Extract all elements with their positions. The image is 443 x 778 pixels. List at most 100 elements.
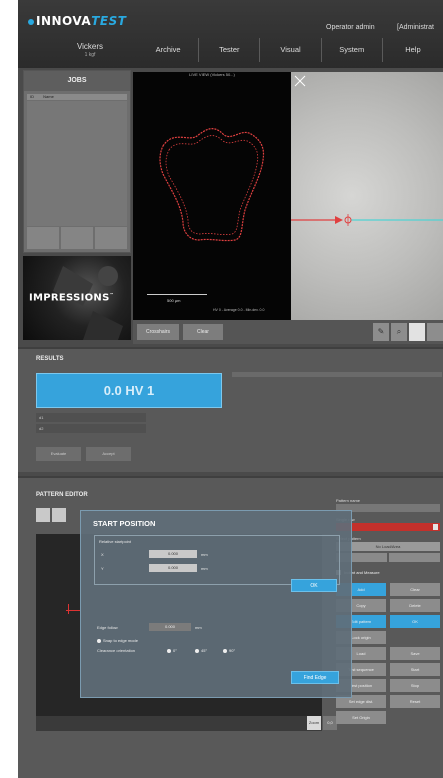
brand-name-accent: TEST [91, 14, 127, 28]
radio-0[interactable]: 0° [167, 648, 177, 653]
save-button[interactable]: Save [390, 647, 440, 661]
jobs-button-3[interactable] [95, 227, 127, 249]
scale-bar [147, 294, 207, 295]
clearance-label: Clearance orientation [97, 648, 136, 653]
jobs-panel: JOBS ID Name [23, 70, 131, 253]
main-nav: Archive Tester Visual System Help [138, 38, 443, 62]
position-readout: 0,0 [323, 716, 337, 730]
x-input[interactable]: 0.000 [149, 550, 197, 558]
jobs-buttons [27, 227, 127, 249]
ok-pattern-button[interactable]: OK [390, 615, 440, 629]
radio-icon [195, 648, 199, 653]
relative-startpoint-label: Relative startpoint [99, 539, 132, 544]
impressions-banner[interactable]: IMPRESSIONS™ [23, 256, 131, 340]
live-outline-view[interactable]: LIVE VIEW (Vickers 50...) 500 µm HV 0 - … [133, 72, 291, 320]
nav-tester[interactable]: Tester [198, 38, 259, 62]
stop-button[interactable]: Stop [390, 679, 440, 693]
zoom-button[interactable]: Zoom [307, 716, 321, 730]
snap-label: Snap to edge mode [103, 638, 138, 643]
radio-90[interactable]: 90° [223, 648, 235, 653]
pattern-tool-tabs [36, 508, 66, 522]
light-icon[interactable] [409, 323, 425, 341]
nav-visual[interactable]: Visual [259, 38, 320, 62]
radio-0-label: 0° [173, 648, 177, 653]
result-buttons: Evaluate Accept [36, 447, 131, 461]
dialog-title: START POSITION [93, 519, 156, 528]
jobs-col-id[interactable]: ID [30, 94, 34, 99]
scale-label: 500 µm [167, 298, 181, 303]
radio-icon [223, 648, 227, 653]
results-title: RESULTS [36, 356, 64, 362]
jobs-button-1[interactable] [27, 227, 59, 249]
settings-icon[interactable] [427, 323, 443, 341]
operator-label[interactable]: Operator admin [326, 24, 375, 31]
pattern-tool-2[interactable] [52, 508, 66, 522]
jobs-col-name[interactable]: Name [43, 94, 54, 99]
reset-button[interactable]: Reset [390, 695, 440, 709]
pattern-option-2[interactable] [389, 553, 440, 562]
grid-spacer [390, 631, 440, 644]
start-button[interactable]: Start [390, 663, 440, 677]
origin-marker-vertical [68, 604, 69, 614]
find-edge-button[interactable]: Find Edge [291, 671, 339, 684]
clear-button[interactable]: Clear [183, 324, 223, 340]
delete-button[interactable]: Delete [390, 599, 440, 613]
zoom-icon[interactable]: ⌕ [391, 323, 407, 341]
edge-follow-input[interactable]: 0.000 [149, 623, 191, 631]
pattern-canvas-footer [36, 716, 322, 731]
app-window: INNOVATEST Operator admin [Administrat V… [18, 0, 443, 778]
y-unit: mm [201, 566, 208, 571]
accept-button[interactable]: Accept [86, 447, 131, 461]
camera-toolbar: Crosshairs Clear ✎ ⌕ [133, 320, 443, 344]
edge-follow-unit: mm [195, 625, 202, 630]
start-position-dialog: START POSITION Relative startpoint X 0.0… [80, 510, 352, 698]
results-progress-bar [232, 372, 442, 377]
y-input[interactable]: 0.000 [149, 564, 197, 572]
banner-text: IMPRESSIONS™ [29, 292, 114, 304]
crosshair-overlay [291, 75, 443, 226]
measurement-footer: HV 0 - Average 0.0 - Min.dev. 0.0 [213, 308, 265, 312]
results-panel: RESULTS 0.0 HV 1 d1 d2 Evaluate Accept [18, 347, 443, 472]
set-origin-button[interactable]: Set Origin [336, 711, 386, 725]
logo-dot-icon [28, 18, 34, 25]
specimen-outline [159, 128, 265, 242]
snap-to-edge-checkbox[interactable]: Snap to edge mode [97, 638, 138, 643]
mode-title: Vickers [76, 42, 104, 51]
x-unit: mm [201, 552, 208, 557]
radio-icon [167, 648, 171, 653]
jobs-title: JOBS [24, 71, 130, 91]
relative-startpoint-group: Relative startpoint X 0.000 mm Y 0.000 m… [94, 535, 340, 585]
clear-pattern-button[interactable]: Clear [390, 583, 440, 597]
result-row-d1: d1 [36, 413, 146, 422]
radio-45-label: 45° [201, 648, 208, 653]
jobs-button-2[interactable] [61, 227, 93, 249]
pattern-editor-title: PATTERN EDITOR [36, 492, 88, 498]
edge-follow-label: Edge follow [97, 625, 118, 630]
radio-45[interactable]: 45° [195, 648, 207, 653]
result-rows: d1 d2 [36, 413, 146, 435]
radio-90-label: 90° [229, 648, 236, 653]
nav-archive[interactable]: Archive [138, 38, 198, 62]
evaluate-button[interactable]: Evaluate [36, 447, 81, 461]
admin-label[interactable]: [Administrat [397, 24, 434, 31]
brand-name: INNOVA [36, 14, 92, 28]
jobs-list[interactable] [27, 101, 127, 226]
camera-view[interactable]: LIVE VIEW (Vickers 50...) 500 µm HV 0 - … [133, 72, 443, 320]
microscope-view[interactable] [291, 72, 443, 320]
x-label: X [101, 552, 104, 557]
snap-checkbox-icon [97, 638, 101, 643]
pattern-tool-1[interactable] [36, 508, 50, 522]
nav-help[interactable]: Help [381, 38, 443, 62]
result-row-d2: d2 [36, 424, 146, 433]
crosshairs-button[interactable]: Crosshairs [137, 324, 179, 340]
top-bar: INNOVATEST Operator admin [Administrat V… [18, 0, 443, 68]
ok-button[interactable]: OK [291, 579, 337, 592]
jobs-table-header: ID Name [27, 94, 127, 100]
hardness-result: 0.0 HV 1 [36, 373, 222, 408]
test-mode[interactable]: Vickers 1 kgf [60, 42, 120, 58]
nav-system[interactable]: System [320, 38, 382, 62]
pattern-name-label: Pattern name [336, 498, 361, 503]
y-label: Y [101, 566, 104, 571]
pen-icon[interactable]: ✎ [373, 323, 389, 341]
mode-load: 1 kgf [84, 52, 96, 58]
